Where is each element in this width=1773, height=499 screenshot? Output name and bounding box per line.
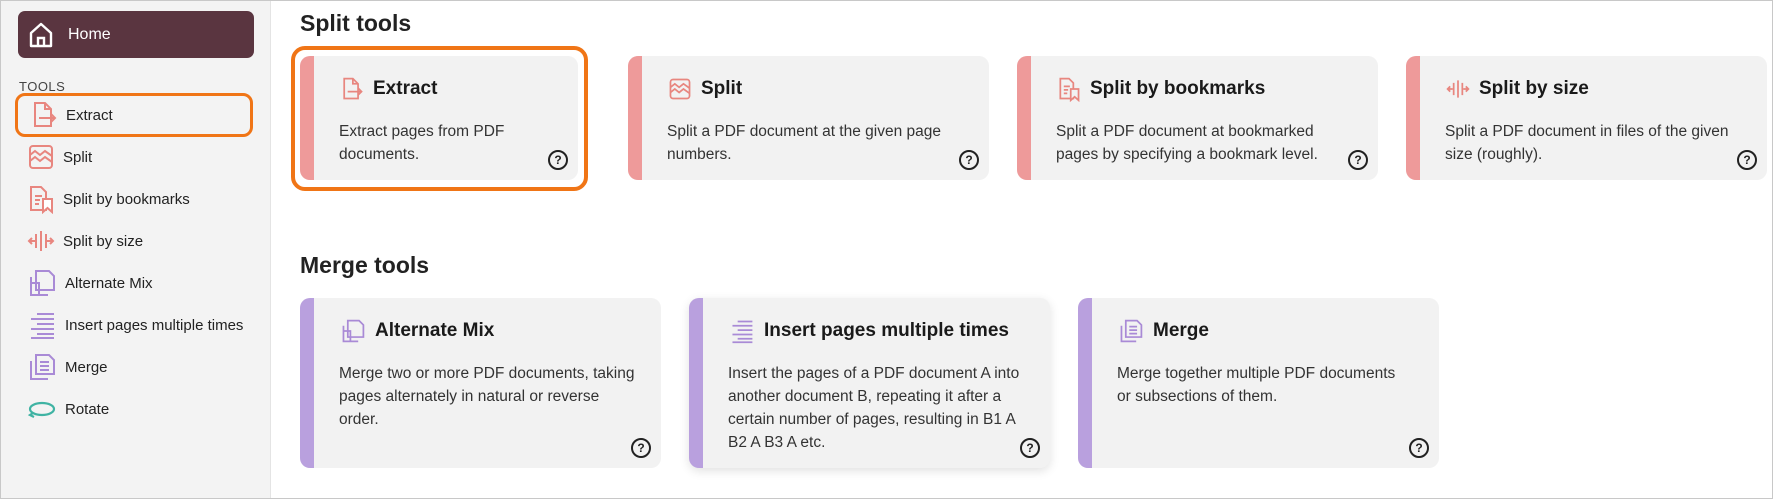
sidebar-item-label: Merge bbox=[65, 358, 108, 376]
card-accent bbox=[1017, 56, 1031, 180]
card-accent bbox=[300, 56, 314, 180]
help-icon[interactable]: ? bbox=[959, 150, 979, 170]
alternate-mix-icon bbox=[342, 319, 365, 343]
split-bookmarks-icon bbox=[1059, 77, 1080, 102]
home-icon bbox=[29, 22, 53, 47]
sidebar-item-rotate[interactable]: Rotate bbox=[15, 387, 253, 431]
sidebar-item-label: Split by bookmarks bbox=[63, 190, 190, 208]
insert-pages-icon bbox=[732, 320, 753, 344]
help-icon[interactable]: ? bbox=[1737, 150, 1757, 170]
card-header: Merge bbox=[1117, 318, 1209, 344]
card-header: Insert pages multiple times bbox=[728, 318, 1009, 344]
card-accent bbox=[1406, 56, 1420, 180]
extract-card[interactable]: Extract Extract pages from PDF documents… bbox=[300, 56, 578, 180]
home-button[interactable]: Home bbox=[18, 11, 254, 58]
card-description: Extract pages from PDF documents. bbox=[339, 123, 505, 163]
card-accent bbox=[1078, 298, 1092, 468]
card-accent bbox=[689, 298, 703, 468]
sidebar-item-extract[interactable]: Extract bbox=[15, 93, 253, 137]
sidebar-item-split[interactable]: Split bbox=[15, 135, 253, 179]
sidebar-item-insert-pages[interactable]: Insert pages multiple times bbox=[15, 303, 253, 347]
insert-pages-icon bbox=[31, 313, 54, 339]
tools-heading: TOOLS bbox=[19, 79, 66, 94]
sidebar-item-split-by-size[interactable]: Split by size bbox=[15, 219, 253, 263]
card-header: Extract bbox=[339, 76, 437, 102]
card-description: Split a PDF document at bookmarked pages… bbox=[1056, 123, 1318, 163]
split-icon bbox=[29, 145, 53, 169]
card-header: Split bbox=[667, 76, 742, 102]
help-icon[interactable]: ? bbox=[1020, 438, 1040, 458]
sidebar: Home TOOLS Extract Split Split by bookma… bbox=[1, 1, 271, 498]
card-title: Insert pages multiple times bbox=[764, 320, 1009, 341]
alternate-mix-icon bbox=[30, 270, 55, 296]
sidebar-item-label: Alternate Mix bbox=[65, 274, 153, 292]
card-description: Merge two or more PDF documents, taking … bbox=[339, 365, 635, 428]
sidebar-item-label: Extract bbox=[66, 106, 113, 124]
sidebar-item-merge[interactable]: Merge bbox=[15, 345, 253, 389]
sidebar-item-label: Split bbox=[63, 148, 93, 166]
help-icon[interactable]: ? bbox=[631, 438, 651, 458]
insert-pages-card[interactable]: Insert pages multiple times Insert the p… bbox=[689, 298, 1050, 468]
help-icon[interactable]: ? bbox=[1409, 438, 1429, 458]
card-description: Split a PDF document in files of the giv… bbox=[1445, 123, 1729, 163]
split-size-icon bbox=[27, 231, 55, 251]
card-title: Merge bbox=[1153, 320, 1209, 341]
card-description: Merge together multiple PDF documents or… bbox=[1117, 365, 1396, 405]
card-header: Alternate Mix bbox=[339, 318, 494, 344]
sidebar-item-split-by-bookmarks[interactable]: Split by bookmarks bbox=[15, 177, 253, 221]
card-description: Insert the pages of a PDF document A int… bbox=[728, 365, 1020, 451]
extract-icon bbox=[343, 77, 363, 100]
help-icon[interactable]: ? bbox=[1348, 150, 1368, 170]
card-title: Split by size bbox=[1479, 78, 1589, 99]
alternate-mix-card[interactable]: Alternate Mix Merge two or more PDF docu… bbox=[300, 298, 661, 468]
card-title: Extract bbox=[373, 78, 438, 99]
card-header: Split by size bbox=[1445, 76, 1589, 102]
merge-icon bbox=[30, 354, 55, 380]
card-accent bbox=[300, 298, 314, 468]
sidebar-item-label: Rotate bbox=[65, 400, 110, 418]
card-description: Split a PDF document at the given page n… bbox=[667, 123, 941, 163]
rotate-icon bbox=[27, 401, 56, 418]
card-title: Alternate Mix bbox=[375, 320, 495, 341]
sidebar-item-label: Split by size bbox=[63, 232, 144, 250]
split-tools-heading: Split tools bbox=[300, 10, 412, 36]
merge-card[interactable]: Merge Merge together multiple PDF docume… bbox=[1078, 298, 1439, 468]
card-header: Split by bookmarks bbox=[1056, 76, 1265, 102]
split-by-size-card[interactable]: Split by size Split a PDF document in fi… bbox=[1406, 56, 1767, 180]
merge-tools-heading: Merge tools bbox=[300, 252, 430, 278]
card-title: Split bbox=[701, 78, 743, 99]
extract-icon bbox=[34, 102, 57, 127]
sidebar-item-label: Insert pages multiple times bbox=[65, 316, 244, 334]
split-icon bbox=[669, 78, 691, 100]
sidebar-item-alternate-mix[interactable]: Alternate Mix bbox=[15, 261, 253, 305]
split-size-icon bbox=[1446, 80, 1470, 98]
help-icon[interactable]: ? bbox=[548, 150, 568, 170]
card-title: Split by bookmarks bbox=[1090, 78, 1266, 99]
home-label: Home bbox=[68, 25, 111, 43]
merge-icon bbox=[1120, 319, 1143, 343]
split-by-bookmarks-card[interactable]: Split by bookmarks Split a PDF document … bbox=[1017, 56, 1378, 180]
split-card[interactable]: Split Split a PDF document at the given … bbox=[628, 56, 989, 180]
split-bookmarks-icon bbox=[30, 186, 53, 214]
main-content: Split tools Extract Extract pages from P… bbox=[271, 1, 1772, 498]
card-accent bbox=[628, 56, 642, 180]
